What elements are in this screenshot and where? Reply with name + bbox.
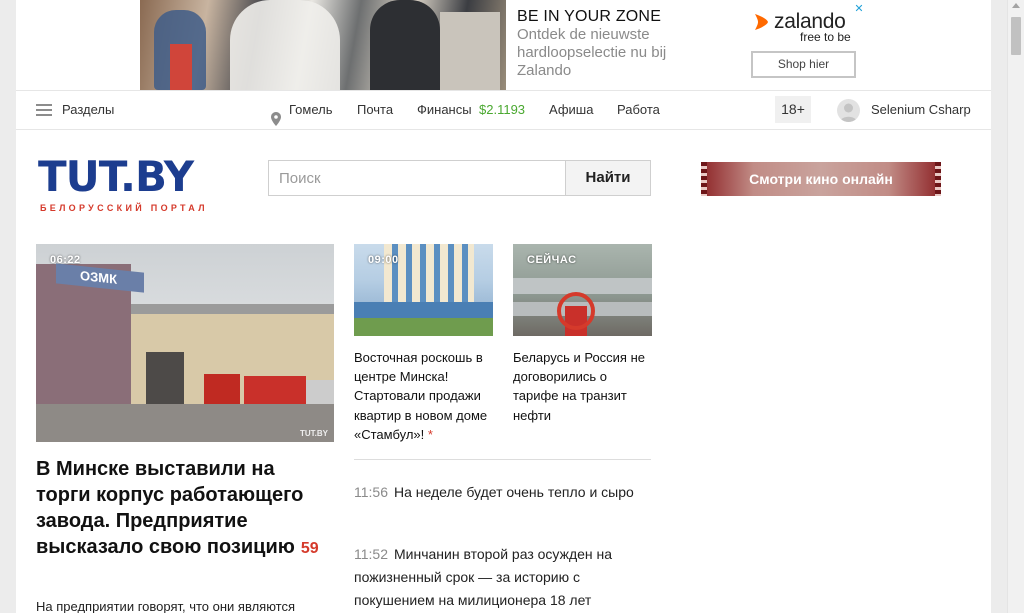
main-story-title[interactable]: В Минске выставили на торги корпус работ… <box>36 456 326 562</box>
ad-marker: * <box>427 426 433 442</box>
feed-item-time: 11:52 <box>354 546 388 562</box>
news-card-image[interactable]: 09:00 <box>354 244 493 336</box>
nav-afisha[interactable]: Афиша <box>549 91 593 129</box>
logo-text: TUT.BY <box>38 152 194 201</box>
nav-work[interactable]: Работа <box>617 91 660 129</box>
feed-item-time: 11:56 <box>354 484 388 500</box>
movies-online-banner[interactable]: Смотри кино онлайн <box>701 162 941 196</box>
nav-finance[interactable]: Финансы <box>417 91 472 129</box>
ad-text[interactable]: Ontdek de nieuwste hardloopselectie nu b… <box>517 26 692 80</box>
menu-icon[interactable] <box>36 104 52 116</box>
news-card-title[interactable]: Восточная роскошь в центре Минска! Старт… <box>354 348 493 444</box>
nav-sections[interactable]: Разделы <box>62 91 114 129</box>
news-card[interactable]: СЕЙЧАС Беларусь и Россия не договорились… <box>513 244 652 425</box>
news-card[interactable]: 09:00 Восточная роскошь в центре Минска!… <box>354 244 493 444</box>
scroll-up-icon[interactable] <box>1012 3 1020 8</box>
feed-item[interactable]: 11:56 На неделе будет очень тепло и сыро <box>354 481 644 504</box>
vertical-scrollbar[interactable] <box>1007 0 1024 613</box>
shop-button[interactable]: Shop hier <box>751 51 856 78</box>
comment-count[interactable]: 59 <box>301 540 319 557</box>
user-avatar-icon[interactable] <box>837 99 860 122</box>
search-input[interactable] <box>268 160 565 196</box>
nav-mail[interactable]: Почта <box>357 91 393 129</box>
site-logo[interactable]: TUT.BY БЕЛОРУССКИЙ ПОРТАЛ <box>38 152 248 216</box>
news-card-title[interactable]: Беларусь и Россия не договорились о тари… <box>513 348 652 425</box>
ad-photo[interactable] <box>140 0 506 90</box>
main-story-image[interactable]: ОЗМК TUT.BY 06:22 <box>36 244 334 442</box>
zalando-tagline: free to be <box>800 30 851 44</box>
divider <box>354 459 651 460</box>
main-story-title-text[interactable]: В Минске выставили на торги корпус работ… <box>36 458 303 558</box>
ad-headline[interactable]: BE IN YOUR ZONE <box>517 8 661 26</box>
location-pin-icon[interactable] <box>271 103 281 126</box>
feed-item-title[interactable]: Минчанин второй раз осужден на пожизненн… <box>354 546 612 608</box>
logo-subtitle: БЕЛОРУССКИЙ ПОРТАЛ <box>40 203 208 213</box>
nav-city[interactable]: Гомель <box>289 91 333 129</box>
feed-item[interactable]: 11:52 Минчанин второй раз осужден на пожи… <box>354 543 644 612</box>
news-card-image[interactable]: СЕЙЧАС <box>513 244 652 336</box>
ad-close-icon[interactable]: ✕ <box>852 2 866 16</box>
search-button[interactable]: Найти <box>565 160 651 196</box>
feed-item-title[interactable]: На неделе будет очень тепло и сыро <box>394 484 634 500</box>
ad-banner[interactable]: BE IN YOUR ZONE Ontdek de nieuwste hardl… <box>140 0 866 90</box>
user-name[interactable]: Selenium Csharp <box>871 91 971 129</box>
main-story-lead: На предприятии говорят, что они являются <box>36 599 296 613</box>
news-card-title-text[interactable]: Восточная роскошь в центре Минска! Старт… <box>354 350 487 442</box>
page: BE IN YOUR ZONE Ontdek de nieuwste hardl… <box>16 0 991 613</box>
news-card-time: 09:00 <box>368 254 399 266</box>
zalando-mark-icon <box>751 12 771 32</box>
top-navbar: Разделы Гомель Почта Финансы $2.1193 Афи… <box>16 90 991 130</box>
main-story-time: 06:22 <box>50 254 81 266</box>
image-watermark: TUT.BY <box>300 429 328 438</box>
nav-currency-rate[interactable]: $2.1193 <box>479 91 525 129</box>
scroll-thumb[interactable] <box>1011 17 1021 55</box>
news-card-time: СЕЙЧАС <box>527 254 577 266</box>
age-rating-badge[interactable]: 18+ <box>775 96 811 123</box>
